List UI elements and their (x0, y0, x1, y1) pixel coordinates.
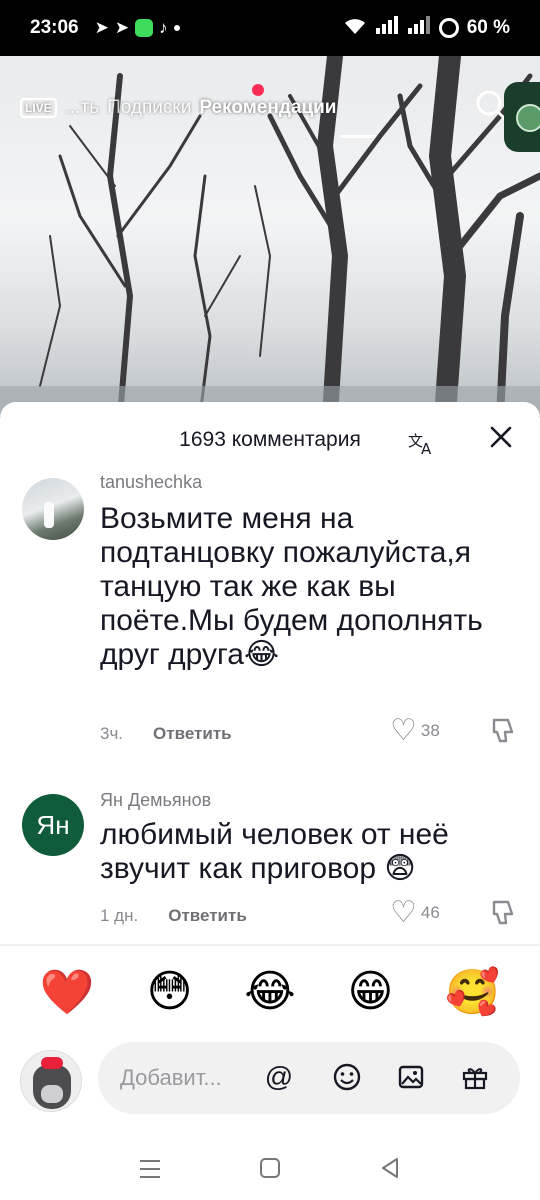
comment-username[interactable]: Ян Демьянов (100, 790, 211, 811)
comments-sheet: 1693 комментария 文A tanushechka Возьмите… (0, 402, 540, 1200)
comment-item: tanushechka Возьмите меня на подтанцовку… (0, 472, 540, 746)
reply-button[interactable]: Ответить (168, 906, 247, 926)
signal-icon (375, 16, 399, 40)
like-count: 46 (420, 903, 440, 922)
svg-text:A: A (421, 440, 432, 456)
divider (0, 944, 540, 946)
my-avatar[interactable] (20, 1050, 82, 1112)
back-button[interactable] (377, 1155, 403, 1188)
wifi-icon (343, 17, 367, 40)
gift-button[interactable] (458, 1060, 492, 1094)
emoji-smile-icon (333, 1063, 361, 1091)
gift-icon (462, 1068, 488, 1090)
emoji-grin-button[interactable]: 😁 (348, 966, 394, 1018)
avatar-figure (44, 502, 54, 528)
quick-emoji-bar: ❤️ 😳 😂 😁 🥰 (0, 966, 540, 1018)
photo-button[interactable] (394, 1060, 428, 1094)
emoji-flushed-button[interactable]: 😳 (147, 966, 193, 1018)
tab-friends[interactable]: ...ть (65, 97, 99, 119)
feed-tabs: LIVE ...ть Подписки Рекомендации (20, 88, 540, 128)
comments-count-title: 1693 комментария (179, 428, 361, 451)
snout-shape (41, 1085, 63, 1103)
avatar (516, 104, 540, 132)
screen: 23:06 ➤ ➤ ♪ 60 % LIVE ...ть Подписки Рек… (0, 0, 540, 1200)
floating-avatar-button[interactable] (504, 82, 540, 152)
comment-text: Возьмите меня на подтанцовку пожалуйста,… (100, 502, 483, 671)
battery-icon (438, 18, 459, 38)
emoji-laughing-button[interactable]: 😂 (244, 966, 295, 1018)
heart-icon: ♡ (390, 896, 417, 929)
mention-button[interactable]: @ (262, 1060, 296, 1094)
live-button[interactable]: LIVE (20, 98, 57, 118)
like-button[interactable]: ♡ 38 (390, 716, 440, 746)
signal-icon (407, 16, 431, 40)
like-count: 38 (420, 721, 440, 740)
home-button[interactable] (257, 1155, 283, 1188)
avatar[interactable]: Ян (22, 794, 84, 856)
dot-icon (173, 25, 180, 31)
system-navigation-bar (0, 1142, 540, 1200)
bow-icon (41, 1057, 63, 1069)
dislike-button[interactable] (488, 716, 518, 751)
notification-icons: ➤ ➤ ♪ (95, 18, 180, 38)
comment-username[interactable]: tanushechka (100, 472, 202, 493)
recent-apps-button[interactable] (137, 1156, 163, 1187)
status-bar: 23:06 ➤ ➤ ♪ 60 % (0, 0, 540, 56)
image-icon (398, 1065, 424, 1089)
tiktok-icon: ♪ (159, 18, 168, 37)
comment-input[interactable] (120, 1065, 250, 1091)
close-button[interactable] (488, 424, 514, 456)
telegram-icon: ➤ (94, 18, 109, 37)
tab-following[interactable]: Подписки (107, 97, 191, 119)
tab-for-you[interactable]: Рекомендации (199, 97, 336, 119)
emoji-picker-button[interactable] (330, 1060, 364, 1094)
back-triangle-icon (382, 1157, 398, 1178)
comment-text: любимый человек от неё звучит как пригов… (100, 818, 449, 885)
reply-button[interactable]: Ответить (153, 724, 232, 744)
emoji-love-button[interactable]: 🥰 (445, 966, 500, 1018)
like-button[interactable]: ♡ 46 (390, 898, 440, 928)
emoji-heart-button[interactable]: ❤️ (40, 966, 95, 1018)
battery-level: 60 % (466, 17, 510, 38)
home-square-icon (260, 1157, 280, 1178)
comment-input-container[interactable]: @ (98, 1042, 520, 1114)
at-icon: @ (264, 1061, 294, 1092)
close-icon (490, 426, 512, 448)
heart-icon: ♡ (390, 714, 417, 747)
new-content-badge (252, 84, 264, 96)
avatar[interactable] (22, 478, 84, 540)
thumbs-down-icon (492, 900, 514, 925)
comment-meta: 3ч. Ответить (100, 724, 232, 744)
comment-time: 3ч. (100, 724, 124, 743)
thumbs-down-icon (492, 718, 514, 743)
dislike-button[interactable] (488, 898, 518, 933)
telegram-icon: ➤ (114, 18, 130, 37)
comment-time: 1 дн. (100, 906, 139, 925)
menu-lines-icon (140, 1159, 160, 1178)
messenger-app-icon (135, 19, 154, 37)
comment-input-bar: @ (0, 1038, 540, 1114)
active-tab-indicator (340, 135, 376, 138)
avatar-initials: Ян (36, 809, 70, 840)
translate-icon[interactable]: 文A (408, 430, 436, 462)
system-indicators: 60 % (343, 16, 510, 40)
status-time: 23:06 (30, 17, 79, 38)
comments-header: 1693 комментария 文A (0, 422, 540, 462)
comment-meta: 1 дн. Ответить (100, 906, 247, 926)
